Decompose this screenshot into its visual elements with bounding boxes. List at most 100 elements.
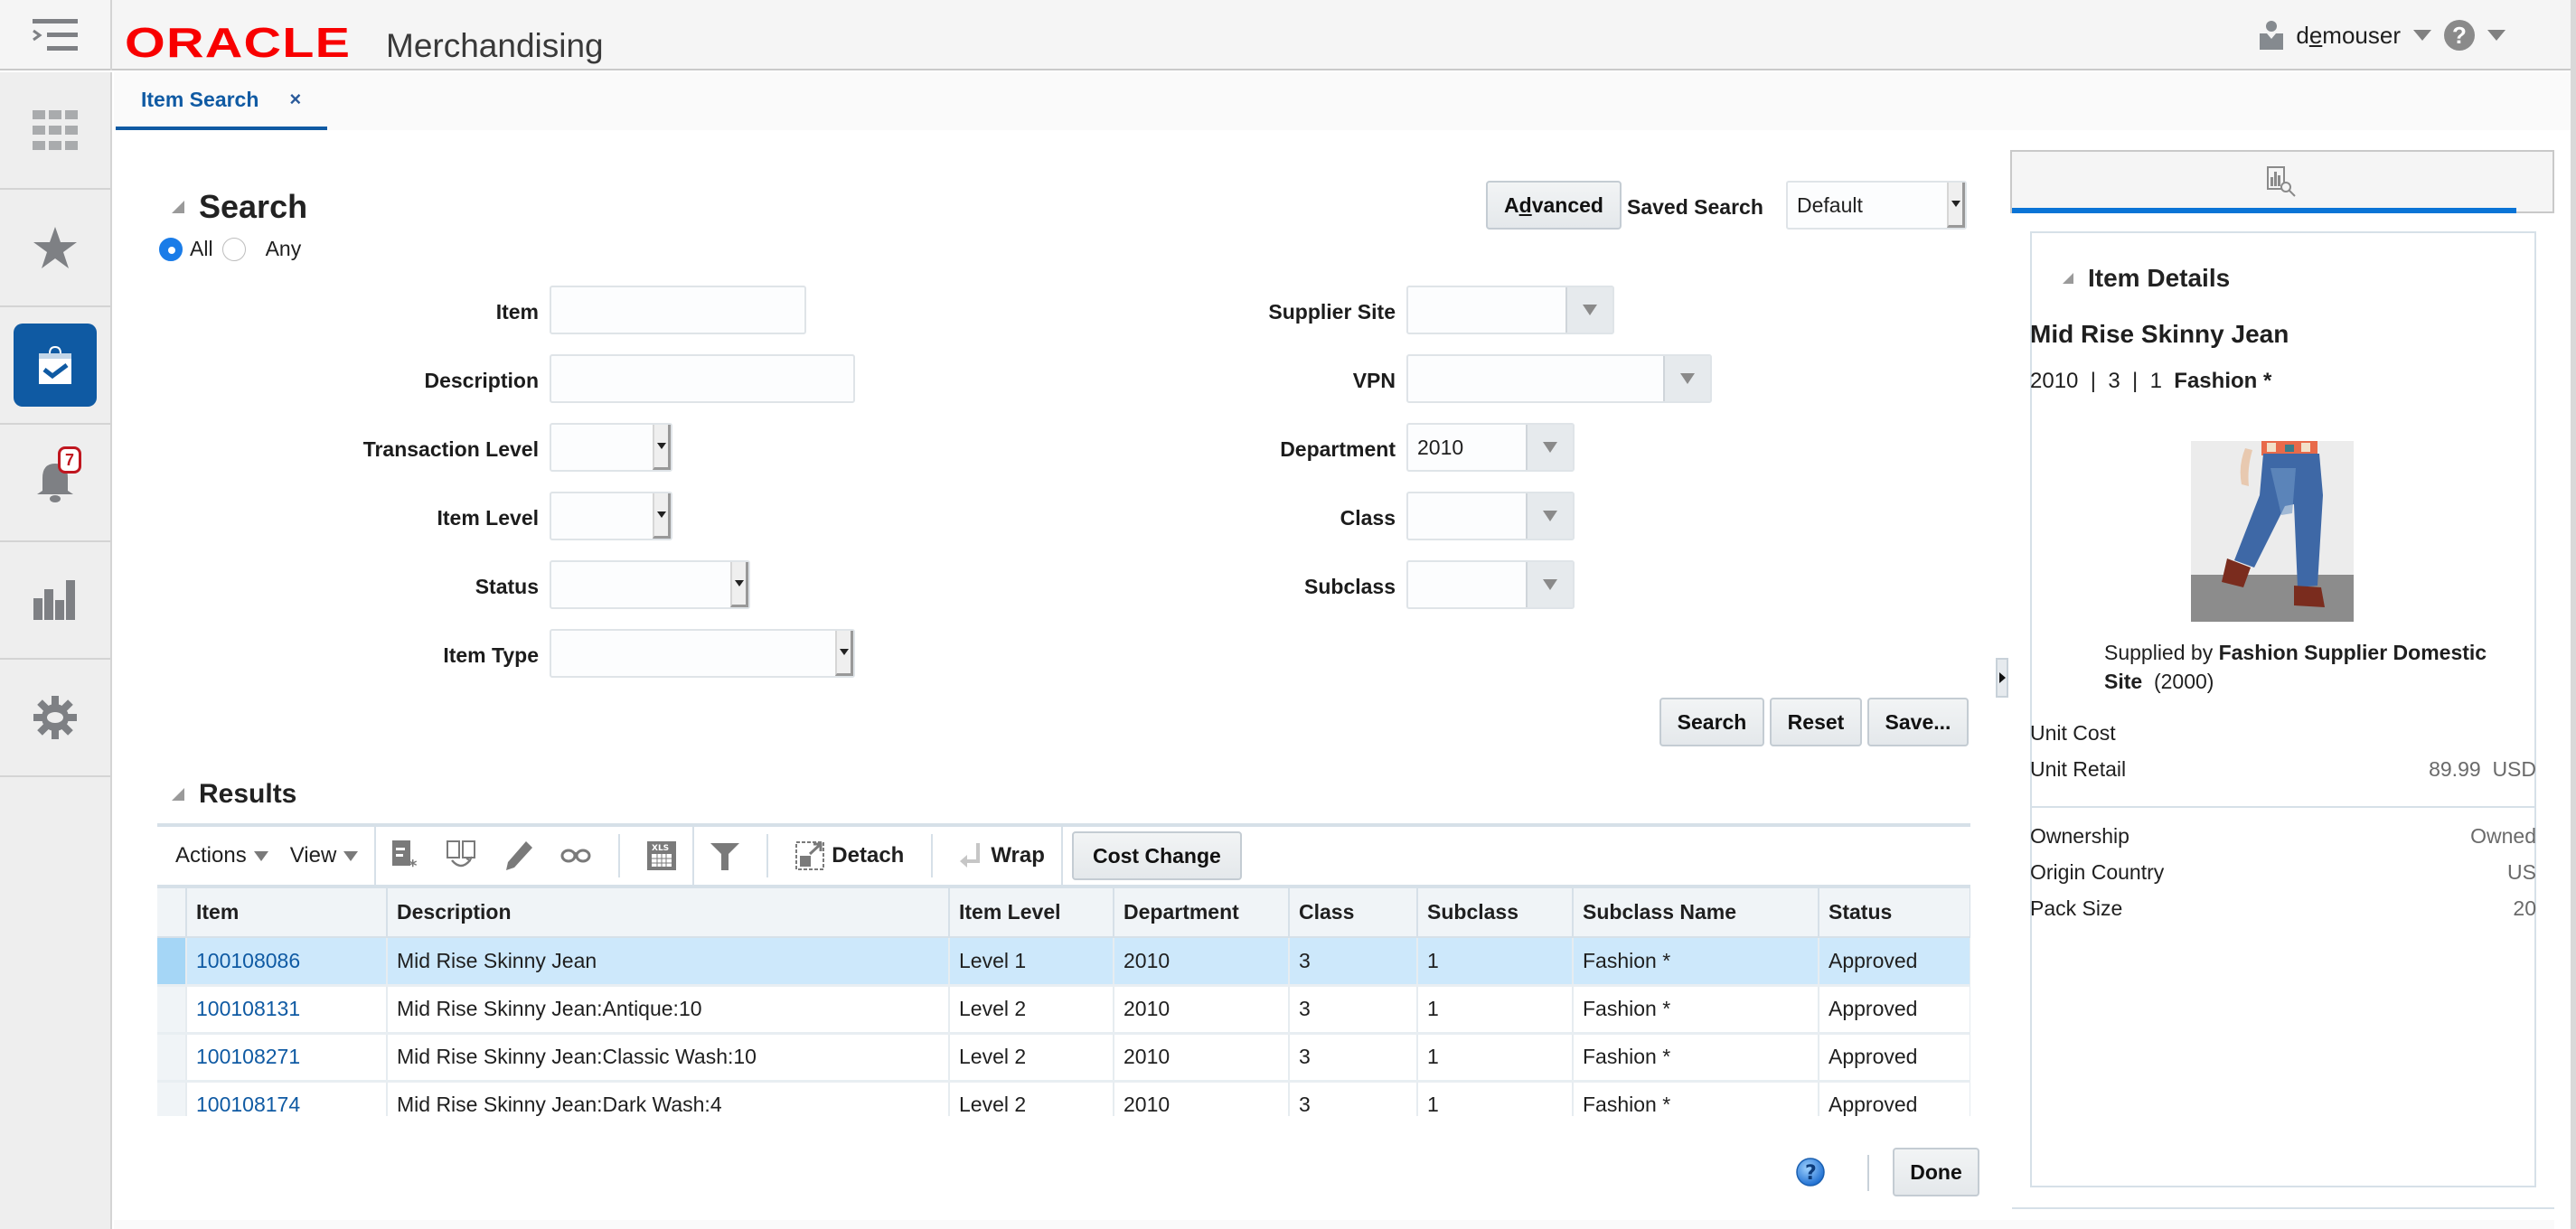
cell-status: Approved [1819, 985, 1970, 1035]
item-link[interactable]: 100108131 [196, 997, 300, 1020]
table-row[interactable]: 100108131 Mid Rise Skinny Jean:Antique:1… [157, 985, 1970, 1035]
view-menu[interactable]: View [290, 843, 359, 868]
help-menu-chevron-icon[interactable] [2487, 30, 2505, 41]
create-item-icon[interactable]: * [392, 840, 419, 871]
dropdown-arrow-icon[interactable] [1565, 287, 1612, 333]
results-section-header[interactable]: Results [172, 779, 296, 810]
match-all-radio[interactable] [159, 237, 183, 261]
item-details-title: Item Details [2088, 264, 2231, 292]
transaction-level-label: Transaction Level [362, 437, 539, 461]
nav-item-tasks[interactable] [0, 307, 110, 425]
item-analytics-icon [2267, 166, 2296, 197]
gear-icon [33, 696, 77, 739]
item-link[interactable]: 100108271 [196, 1045, 300, 1068]
nav-item-reports[interactable] [0, 542, 110, 660]
right-panel-tab[interactable] [2010, 150, 2554, 213]
vpn-select[interactable] [1406, 354, 1712, 403]
row-selector[interactable] [157, 937, 187, 987]
dropdown-arrow-icon[interactable] [835, 631, 853, 676]
table-row[interactable]: 100108174 Mid Rise Skinny Jean:Dark Wash… [157, 1081, 1970, 1116]
cost-change-button[interactable]: Cost Change [1071, 831, 1242, 880]
copy-item-icon[interactable] [447, 840, 477, 871]
saved-search-select[interactable]: Default [1786, 181, 1967, 230]
dropdown-arrow-icon[interactable] [730, 562, 748, 607]
transaction-level-select[interactable] [550, 423, 672, 472]
table-row[interactable]: 100108271 Mid Rise Skinny Jean:Classic W… [157, 1033, 1970, 1083]
actions-menu[interactable]: Actions [175, 843, 268, 868]
dropdown-arrow-icon[interactable] [653, 493, 671, 539]
match-any-radio[interactable] [221, 237, 246, 261]
subclass-select[interactable] [1406, 560, 1575, 609]
unit-retail-value: 89.99 USD [2429, 757, 2536, 781]
cell-item-level: Level 1 [949, 937, 1114, 987]
nav-item-favorites[interactable] [0, 190, 110, 307]
nav-item-settings[interactable] [0, 660, 110, 777]
status-select[interactable] [550, 560, 750, 609]
cell-class: 3 [1289, 937, 1418, 987]
advanced-button[interactable]: Ad vanced [1486, 181, 1622, 230]
dropdown-arrow-icon[interactable] [1526, 562, 1573, 607]
item-link[interactable]: 100108086 [196, 949, 300, 972]
nav-item-notifications[interactable]: 7 [0, 425, 110, 542]
detach-icon [795, 841, 825, 870]
item-details-header[interactable]: Item Details [2063, 264, 2230, 293]
column-header-description[interactable]: Description [387, 888, 950, 938]
description-label: Description [424, 369, 539, 392]
item-details-name: Mid Rise Skinny Jean [2030, 320, 2289, 348]
table-row[interactable]: 100108086 Mid Rise Skinny Jean Level 1 2… [157, 937, 1970, 987]
view-glasses-icon[interactable] [560, 847, 591, 865]
close-tab-icon[interactable]: × [289, 88, 301, 111]
window-edge [2571, 0, 2576, 1229]
search-button[interactable]: Search [1659, 698, 1764, 746]
column-header-status[interactable]: Status [1819, 888, 1970, 938]
item-details-hierarchy: 2010 | 3 | 1 Fashion * [2030, 369, 2272, 393]
export-xls-icon[interactable]: XLS [647, 841, 677, 870]
ownership-label: Ownership [2030, 824, 2129, 848]
supplier-site-select[interactable] [1406, 286, 1614, 334]
panel-splitter-handle[interactable] [1996, 658, 2008, 698]
item-input[interactable] [550, 286, 806, 334]
menu-toggle-button[interactable] [0, 0, 112, 70]
search-section-header[interactable]: Search [172, 188, 307, 226]
done-button[interactable]: Done [1893, 1148, 1979, 1196]
filter-icon[interactable] [710, 841, 740, 870]
save-search-button[interactable]: Save... [1867, 698, 1969, 746]
help-question-icon[interactable]: ? [1795, 1157, 1826, 1187]
help-icon[interactable]: ? [2444, 20, 2475, 51]
detach-button[interactable]: Detach [795, 841, 904, 870]
cell-department: 2010 [1114, 1081, 1290, 1116]
cell-status: Approved [1819, 1081, 1970, 1116]
item-link[interactable]: 100108174 [196, 1093, 300, 1116]
column-header-department[interactable]: Department [1114, 888, 1290, 938]
dropdown-arrow-icon[interactable] [1663, 356, 1710, 401]
edit-pencil-icon[interactable] [504, 840, 533, 871]
column-header-item[interactable]: Item [186, 888, 388, 938]
row-selector[interactable] [157, 1081, 187, 1116]
dropdown-arrow-icon[interactable] [653, 425, 671, 470]
supplied-by-text: Supplied by Fashion Supplier Domestic Si… [2104, 641, 2487, 693]
app-logo[interactable]: ORACLE Merchandising [125, 18, 604, 67]
reset-button[interactable]: Reset [1770, 698, 1862, 746]
wrap-button[interactable]: Wrap [960, 843, 1045, 868]
description-input[interactable] [550, 354, 855, 403]
column-header-item-level[interactable]: Item Level [949, 888, 1114, 938]
item-label: Item [495, 300, 539, 324]
item-type-select[interactable] [550, 629, 855, 678]
dropdown-arrow-icon[interactable] [1526, 425, 1573, 470]
item-level-select[interactable] [550, 492, 672, 540]
column-header-subclass-name[interactable]: Subclass Name [1573, 888, 1819, 938]
row-selector[interactable] [157, 1033, 187, 1083]
tab-item-search[interactable]: Item Search × [116, 72, 327, 130]
column-header-class[interactable]: Class [1289, 888, 1418, 938]
dropdown-arrow-icon[interactable] [1947, 183, 1965, 228]
nav-item-navigator[interactable] [0, 72, 110, 190]
results-toolbar: Actions View * XLS Detach Wrap Cost Chan… [157, 823, 1970, 888]
dropdown-arrow-icon[interactable] [1526, 493, 1573, 539]
origin-country-row: Origin Country US [2030, 860, 2536, 885]
row-selector[interactable] [157, 985, 187, 1035]
user-menu-chevron-icon[interactable] [2413, 30, 2431, 41]
class-select[interactable] [1406, 492, 1575, 540]
user-menu[interactable]: demouser [2296, 22, 2401, 50]
department-select[interactable]: 2010 [1406, 423, 1575, 472]
column-header-subclass[interactable]: Subclass [1417, 888, 1574, 938]
